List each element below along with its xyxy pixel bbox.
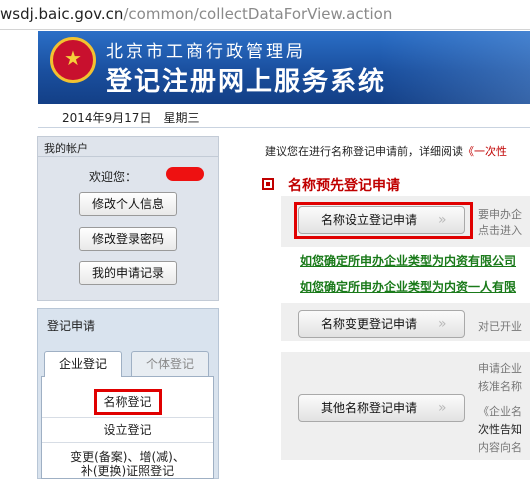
domestic-llc-link[interactable]: 如您确定所申办企业类型为内资有限公司 bbox=[300, 252, 516, 269]
apply-title: 登记申请 bbox=[47, 319, 96, 333]
tab-enterprise[interactable]: 企业登记 bbox=[44, 351, 122, 377]
org-name: 北京市工商行政管理局 bbox=[106, 42, 306, 62]
account-title: 我的帐户 bbox=[44, 142, 88, 155]
url-domain: wsdj.baic.gov.cn bbox=[0, 5, 124, 23]
highlight-setup-button bbox=[294, 202, 473, 239]
name-change-apply-label: 名称变更登记申请 bbox=[321, 317, 418, 331]
domestic-sole-llc-link[interactable]: 如您确定所申办企业类型为内资一人有限 bbox=[300, 278, 516, 295]
tab-individual[interactable]: 个体登记 bbox=[131, 351, 209, 377]
highlight-name-registration bbox=[94, 389, 162, 415]
national-emblem-icon: ★ bbox=[50, 37, 96, 83]
system-name: 登记注册网上服务系统 bbox=[106, 67, 387, 97]
menu-establish-registration[interactable]: 设立登记 bbox=[42, 419, 213, 443]
chevron-right-icon: » bbox=[438, 316, 447, 332]
menu-change-registration[interactable]: 变更(备案)、增(减)、 补(更换)证照登记 bbox=[42, 450, 213, 479]
other-name-apply-button[interactable]: 其他名称登记申请 » bbox=[298, 394, 465, 422]
url-path: /common/collectDataForView.action bbox=[123, 5, 393, 23]
url-text[interactable]: wsdj.baic.gov.cn/common/collectDataForVi… bbox=[0, 5, 392, 23]
edit-profile-button[interactable]: 修改个人信息 bbox=[79, 192, 177, 216]
intro-text: 建议您在进行名称登记申请前，详细阅读 bbox=[265, 145, 463, 158]
other-desc-line2: 核准名称 bbox=[478, 380, 522, 393]
address-bar[interactable]: wsdj.baic.gov.cn/common/collectDataForVi… bbox=[0, 0, 530, 30]
chevron-right-icon: » bbox=[438, 400, 447, 416]
other-desc-line4: 次性告知 bbox=[478, 423, 522, 436]
change-password-button[interactable]: 修改登录密码 bbox=[79, 227, 177, 251]
account-panel-header: 我的帐户 bbox=[38, 137, 218, 157]
intro-link[interactable]: 《一次性 bbox=[463, 145, 507, 158]
welcome-label: 欢迎您： bbox=[89, 170, 138, 184]
other-desc-line1: 申请企业 bbox=[478, 362, 522, 375]
date-strip: 2014年9月17日 星期三 bbox=[38, 104, 530, 128]
section-heading: 名称预先登记申请 bbox=[262, 175, 400, 195]
my-applications-button[interactable]: 我的申请记录 bbox=[79, 261, 177, 285]
site-banner: ★ 北京市工商行政管理局 登记注册网上服务系统 bbox=[38, 31, 530, 104]
name-change-apply-button[interactable]: 名称变更登记申请 » bbox=[298, 310, 465, 338]
current-date: 2014年9月17日 星期三 bbox=[62, 111, 200, 125]
change-desc: 对已开业 bbox=[478, 320, 522, 333]
section-marker-icon bbox=[262, 178, 274, 190]
menu-change-label-line1: 变更(备案)、增(减)、 bbox=[70, 450, 185, 464]
setup-desc-line1: 要申办企 bbox=[478, 208, 522, 221]
banner-skyline bbox=[380, 31, 530, 104]
other-name-apply-label: 其他名称登记申请 bbox=[321, 401, 418, 415]
section-title: 名称预先登记申请 bbox=[288, 178, 400, 194]
menu-establish-label: 设立登记 bbox=[103, 423, 152, 437]
intro-notice: 建议您在进行名称登记申请前，详细阅读《一次性 bbox=[265, 143, 507, 159]
other-desc-line5: 内容向名 bbox=[478, 441, 522, 454]
menu-change-label-line2: 补(更换)证照登记 bbox=[80, 464, 175, 478]
redacted-username bbox=[166, 167, 204, 181]
other-desc-line3: 《企业名 bbox=[478, 405, 522, 418]
setup-desc-line2: 点击进入 bbox=[478, 224, 522, 237]
